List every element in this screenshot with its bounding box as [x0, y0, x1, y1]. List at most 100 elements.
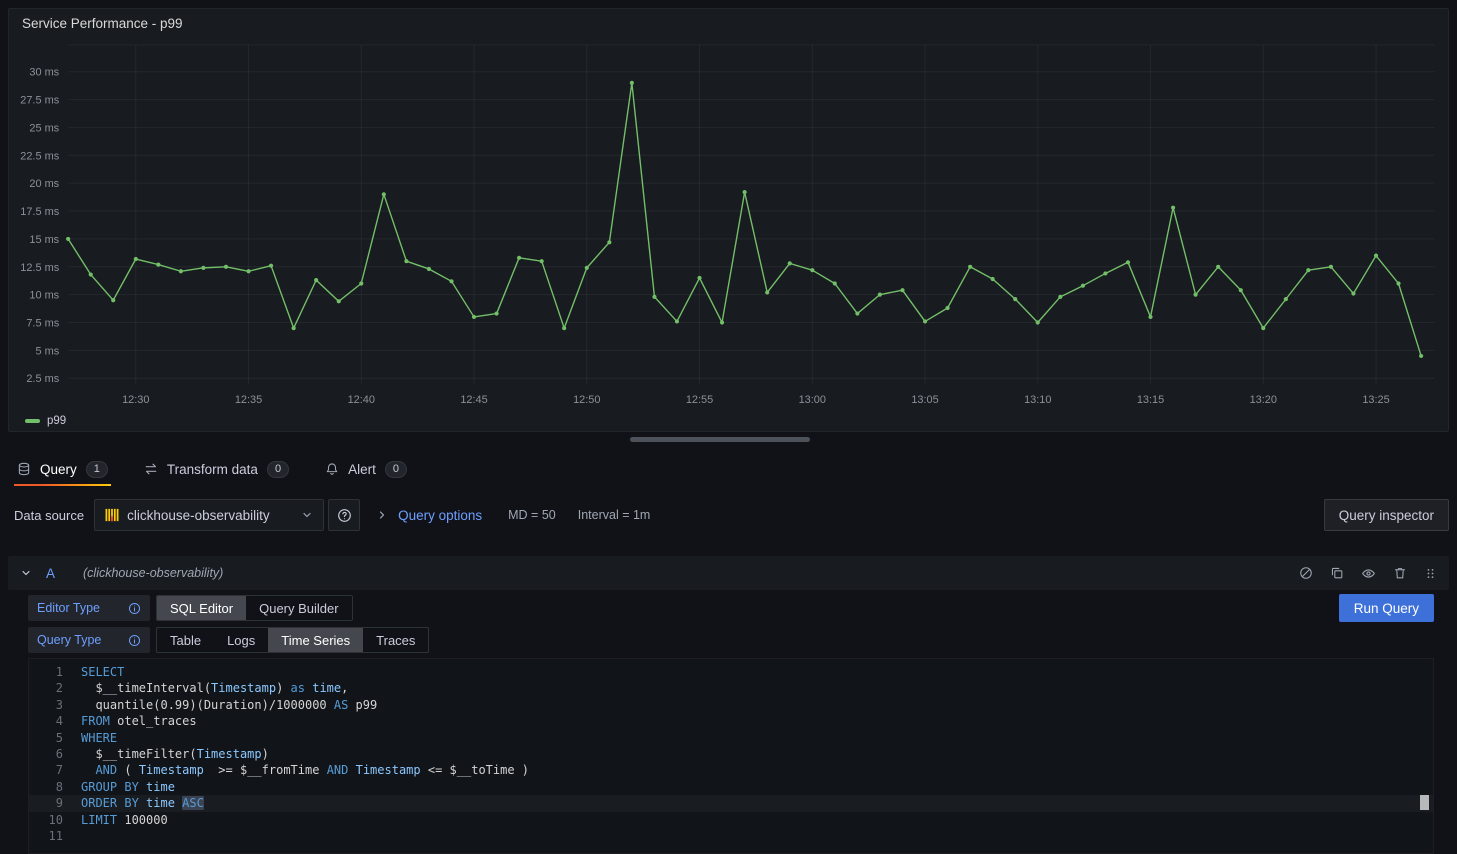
query-datasource-hint: (clickhouse-observability)	[83, 566, 223, 580]
svg-text:12:55: 12:55	[686, 394, 713, 406]
query-editor-body: Editor Type SQL EditorQuery Builder Run …	[8, 590, 1449, 854]
line-number: 5	[29, 730, 63, 746]
svg-text:13:15: 13:15	[1137, 394, 1164, 406]
svg-text:10 ms: 10 ms	[29, 290, 59, 302]
svg-text:13:05: 13:05	[911, 394, 938, 406]
editor-type-label: Editor Type	[28, 595, 150, 621]
disable-icon[interactable]	[1299, 566, 1313, 580]
code-line: 11	[29, 828, 1433, 844]
query-options-summary[interactable]: Query options MD = 50 Interval = 1m	[376, 508, 1324, 523]
legend-series-swatch	[25, 419, 40, 423]
bell-icon	[325, 462, 339, 476]
tab-label: Query	[40, 462, 77, 477]
collapse-query-icon[interactable]	[20, 567, 32, 579]
datasource-label: Data source	[14, 508, 84, 523]
datasource-picker-value: clickhouse-observability	[127, 508, 293, 523]
query-type-logs[interactable]: Logs	[214, 628, 268, 652]
tab-alert[interactable]: Alert0	[322, 452, 410, 486]
svg-text:12:30: 12:30	[122, 394, 149, 406]
transform-icon	[144, 462, 158, 476]
svg-text:12:50: 12:50	[573, 394, 600, 406]
datasource-toolbar: Data source clickhouse-observability Que…	[8, 499, 1449, 531]
timeseries-chart[interactable]: 2.5 ms5 ms7.5 ms10 ms12.5 ms15 ms17.5 ms…	[9, 9, 1448, 431]
copy-icon[interactable]	[1330, 566, 1344, 580]
svg-text:27.5 ms: 27.5 ms	[20, 95, 59, 107]
tab-count-badge: 0	[385, 461, 407, 478]
trash-icon[interactable]	[1393, 566, 1407, 580]
editor-type-label-text: Editor Type	[37, 601, 100, 615]
tab-query[interactable]: Query 1	[14, 452, 111, 486]
query-type-time-series[interactable]: Time Series	[268, 628, 363, 652]
drag-handle-icon[interactable]	[1424, 567, 1437, 580]
panel-title: Service Performance - p99	[22, 16, 183, 31]
query-inspector-button[interactable]: Query inspector	[1324, 499, 1449, 531]
timeseries-panel: Service Performance - p99 2.5 ms5 ms7.5 …	[8, 8, 1449, 432]
datasource-picker[interactable]: clickhouse-observability	[94, 499, 324, 531]
svg-text:20 ms: 20 ms	[29, 178, 59, 190]
legend-series-label: p99	[47, 415, 66, 427]
code-line: 5WHERE	[29, 730, 1433, 746]
tab-count-badge: 1	[86, 461, 108, 478]
tab-label: Transform data	[167, 462, 258, 477]
code-text: quantile(0.99)(Duration)/1000000 AS p99	[81, 697, 377, 713]
run-query-button[interactable]: Run Query	[1339, 594, 1434, 622]
active-tab-underline	[14, 484, 111, 486]
sql-editor[interactable]: 1 SELECT2 $__timeInterval(Timestamp) as t…	[28, 658, 1434, 854]
datasource-help-button[interactable]	[328, 499, 360, 531]
line-number: 7	[29, 762, 63, 778]
svg-text:13:00: 13:00	[799, 394, 826, 406]
svg-text:25 ms: 25 ms	[29, 122, 59, 134]
code-line: 9ORDER BY time ASC	[29, 795, 1433, 811]
query-type-table[interactable]: Table	[157, 628, 214, 652]
editor-type-row: Editor Type SQL EditorQuery Builder Run …	[28, 594, 1434, 622]
chart-legend[interactable]: p99	[25, 415, 66, 427]
tab-transform-data[interactable]: Transform data 0	[141, 452, 292, 486]
code-line: 4 FROM otel_traces	[29, 713, 1433, 729]
code-line: 7 AND ( Timestamp >= $__fromTime AND Tim…	[29, 762, 1433, 778]
query-type-label: Query Type	[28, 627, 150, 653]
chevron-right-icon[interactable]	[376, 509, 388, 521]
editor-type-sql-editor[interactable]: SQL Editor	[157, 596, 246, 620]
chevron-down-icon	[301, 509, 313, 521]
query-type-row: Query Type TableLogsTime SeriesTraces	[28, 626, 1434, 654]
svg-text:13:25: 13:25	[1362, 394, 1389, 406]
eye-icon[interactable]	[1361, 566, 1376, 581]
clickhouse-logo-icon	[105, 508, 119, 522]
svg-text:15 ms: 15 ms	[29, 234, 59, 246]
editor-cursor-marker	[1420, 795, 1429, 810]
svg-text:22.5 ms: 22.5 ms	[20, 150, 59, 162]
svg-text:30 ms: 30 ms	[29, 67, 59, 79]
query-actions	[1299, 566, 1437, 581]
code-text: FROM otel_traces	[81, 713, 197, 729]
tab-count-badge: 0	[267, 461, 289, 478]
horizontal-scrollbar-thumb[interactable]	[630, 437, 810, 442]
line-number: 10	[29, 812, 63, 828]
query-type-traces[interactable]: Traces	[363, 628, 428, 652]
svg-text:12:45: 12:45	[460, 394, 487, 406]
query-options-link[interactable]: Query options	[398, 508, 482, 523]
line-number: 4	[29, 713, 63, 729]
line-number: 3	[29, 697, 63, 713]
svg-text:12:40: 12:40	[348, 394, 375, 406]
svg-text:12:35: 12:35	[235, 394, 262, 406]
code-text: SELECT	[81, 664, 124, 680]
code-line: 2 $__timeInterval(Timestamp) as time,	[29, 680, 1433, 696]
line-number: 1	[29, 664, 63, 680]
interval-value: Interval = 1m	[578, 508, 651, 522]
editor-type-switch: SQL EditorQuery Builder	[156, 595, 353, 621]
svg-text:2.5 ms: 2.5 ms	[26, 373, 59, 385]
grafana-explore-page: { "panel": { "title": "Service Performan…	[0, 0, 1457, 854]
query-type-switch: TableLogsTime SeriesTraces	[156, 627, 429, 653]
line-number: 6	[29, 746, 63, 762]
database-icon	[17, 462, 31, 476]
info-circle-icon[interactable]	[128, 602, 141, 615]
sql-code: 1 SELECT2 $__timeInterval(Timestamp) as t…	[29, 664, 1433, 844]
max-data-points-value: MD = 50	[508, 508, 556, 522]
line-number: 11	[29, 828, 63, 844]
code-text: $__timeFilter(Timestamp)	[81, 746, 269, 762]
code-text: LIMIT 100000	[81, 812, 168, 828]
explore-tabs: Query1Transform data0Alert0	[14, 452, 410, 486]
editor-type-query-builder[interactable]: Query Builder	[246, 596, 351, 620]
query-ref-id[interactable]: A	[46, 566, 55, 581]
info-circle-icon[interactable]	[128, 634, 141, 647]
